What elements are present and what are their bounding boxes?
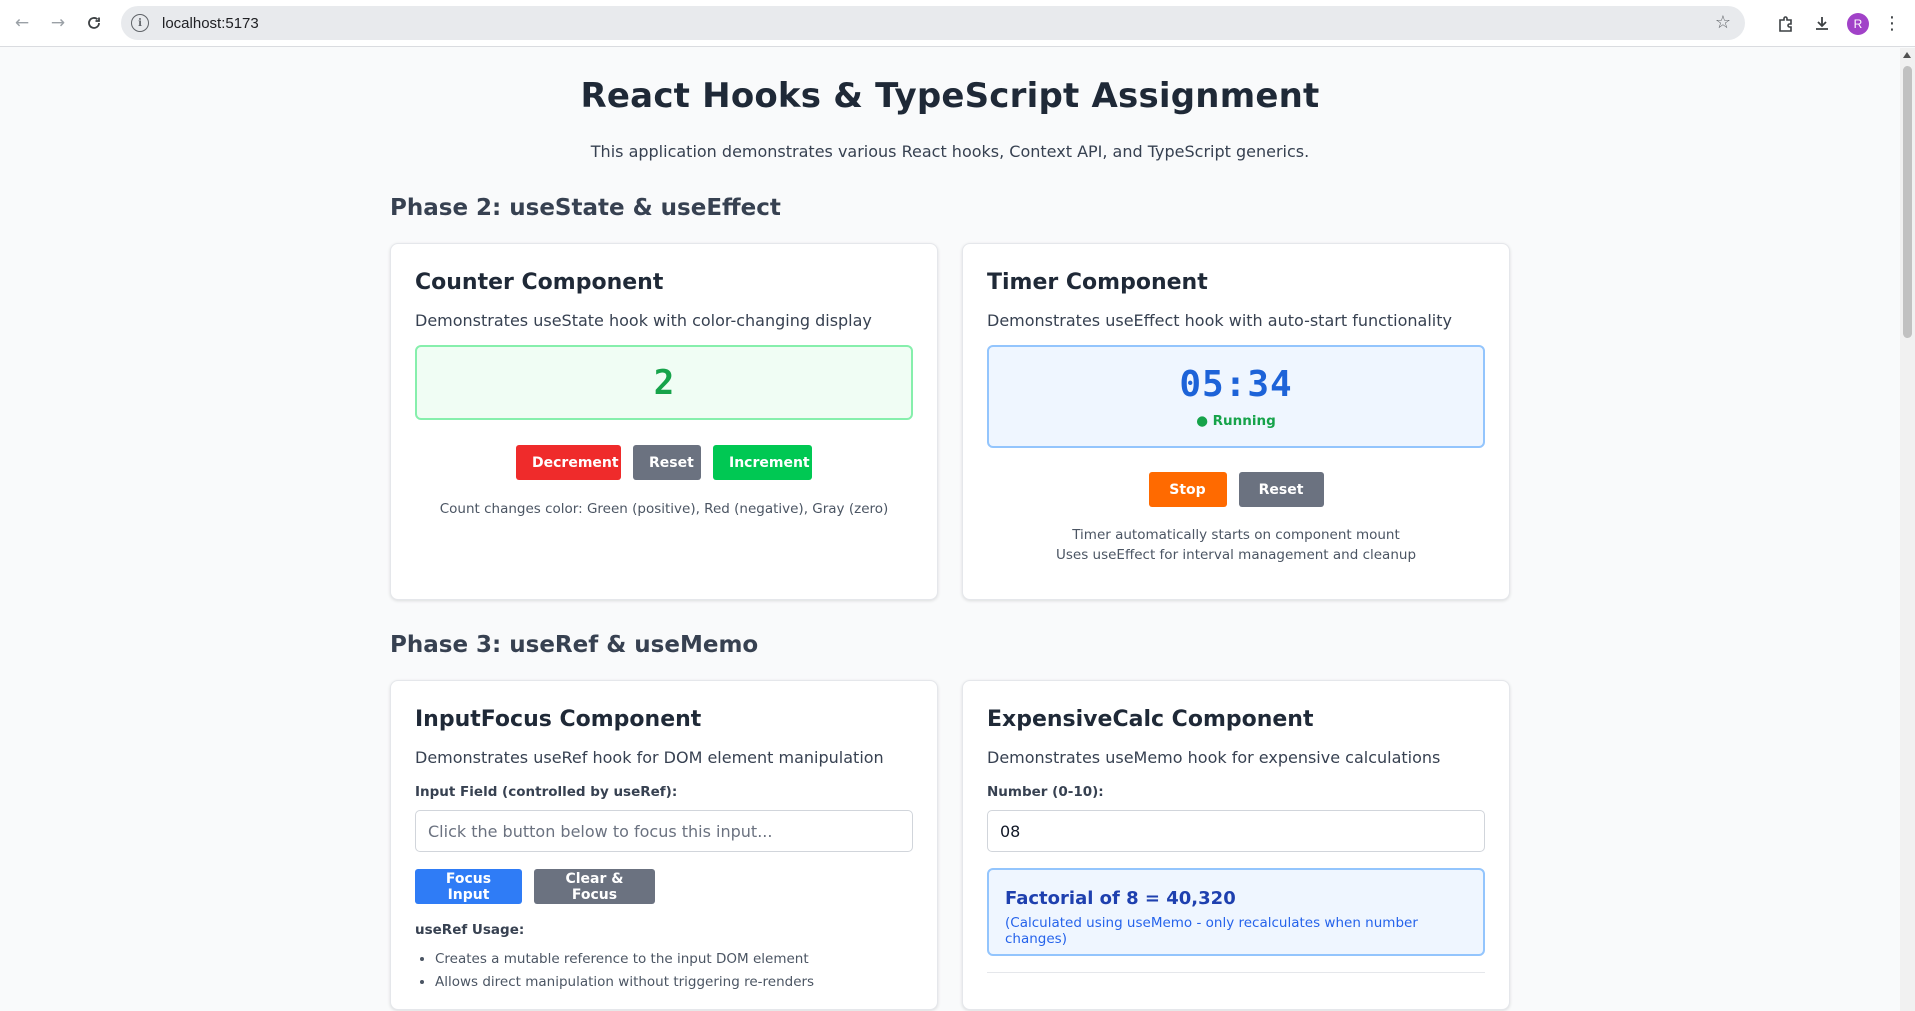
address-url: localhost:5173 <box>162 14 259 32</box>
timer-card: Timer Component Demonstrates useEffect h… <box>962 243 1510 600</box>
counter-reset-button[interactable]: Reset <box>633 445 701 480</box>
back-icon[interactable]: ← <box>8 9 36 37</box>
expensive-calc-description: Demonstrates useMemo hook for expensive … <box>987 748 1441 767</box>
page-subtitle: This application demonstrates various Re… <box>590 142 1310 161</box>
divider <box>987 972 1485 973</box>
phase2-heading: Phase 2: useState & useEffect <box>390 195 781 221</box>
reload-icon[interactable] <box>80 9 108 37</box>
list-item: Allows direct manipulation without trigg… <box>435 971 913 994</box>
counter-value: 2 <box>415 345 913 420</box>
expensive-calc-title: ExpensiveCalc Component <box>987 707 1314 732</box>
timer-title: Timer Component <box>987 270 1208 295</box>
factorial-result-box: Factorial of 8 = 40,320 (Calculated usin… <box>987 868 1485 956</box>
site-info-icon[interactable]: i <box>131 14 149 32</box>
useref-usage-title: useRef Usage: <box>415 922 525 938</box>
extensions-icon[interactable] <box>1775 13 1797 35</box>
scrollbar-thumb[interactable] <box>1903 66 1912 338</box>
input-focus-card: InputFocus Component Demonstrates useRef… <box>390 680 938 1010</box>
counter-note: Count changes color: Green (positive), R… <box>439 501 889 517</box>
stop-button[interactable]: Stop <box>1148 472 1227 507</box>
clear-focus-button[interactable]: Clear & Focus <box>534 869 655 904</box>
factorial-result-note: (Calculated using useMemo - only recalcu… <box>1005 915 1418 947</box>
timer-note: Timer automatically starts on component … <box>987 525 1485 565</box>
focus-text-input[interactable] <box>415 810 913 852</box>
address-bar[interactable]: i localhost:5173 ☆ <box>121 6 1745 40</box>
expensive-calc-card: ExpensiveCalc Component Demonstrates use… <box>962 680 1510 1010</box>
scroll-up-arrow-icon[interactable] <box>1903 52 1911 58</box>
phase3-heading: Phase 3: useRef & useMemo <box>390 632 759 658</box>
useref-usage-list: Creates a mutable reference to the input… <box>415 948 913 994</box>
timer-display: 05:34 ● Running <box>987 345 1485 448</box>
timer-time: 05:34 <box>1179 364 1293 405</box>
download-icon[interactable] <box>1811 13 1833 35</box>
number-field-label: Number (0-10): <box>987 784 1104 800</box>
counter-title: Counter Component <box>415 270 664 295</box>
focus-input-button[interactable]: Focus Input <box>415 869 522 904</box>
timer-status: ● Running <box>1196 413 1276 429</box>
decrement-button[interactable]: Decrement <box>516 445 621 480</box>
forward-icon[interactable]: → <box>44 9 72 37</box>
menu-dots-icon[interactable]: ⋮ <box>1883 13 1901 34</box>
input-focus-field-label: Input Field (controlled by useRef): <box>415 784 678 800</box>
counter-description: Demonstrates useState hook with color-ch… <box>415 311 872 330</box>
list-item: Creates a mutable reference to the input… <box>435 948 913 971</box>
input-focus-description: Demonstrates useRef hook for DOM element… <box>415 748 884 767</box>
timer-description: Demonstrates useEffect hook with auto-st… <box>987 311 1452 330</box>
factorial-result: Factorial of 8 = 40,320 <box>1005 888 1236 909</box>
number-input[interactable] <box>987 810 1485 852</box>
bookmark-star-icon[interactable]: ☆ <box>1715 12 1731 33</box>
timer-note-line2: Uses useEffect for interval management a… <box>1055 547 1417 563</box>
input-focus-title: InputFocus Component <box>415 707 702 732</box>
page-content: React Hooks & TypeScript Assignment This… <box>0 48 1900 1011</box>
page-scrollbar[interactable] <box>1900 48 1915 1011</box>
timer-reset-button[interactable]: Reset <box>1238 472 1324 507</box>
page-title: React Hooks & TypeScript Assignment <box>580 76 1320 116</box>
increment-button[interactable]: Increment <box>713 445 812 480</box>
browser-toolbar: ← → i localhost:5173 ☆ R ⋮ <box>0 0 1915 47</box>
counter-card: Counter Component Demonstrates useState … <box>390 243 938 600</box>
profile-avatar[interactable]: R <box>1847 12 1869 35</box>
timer-note-line1: Timer automatically starts on component … <box>1072 527 1400 543</box>
